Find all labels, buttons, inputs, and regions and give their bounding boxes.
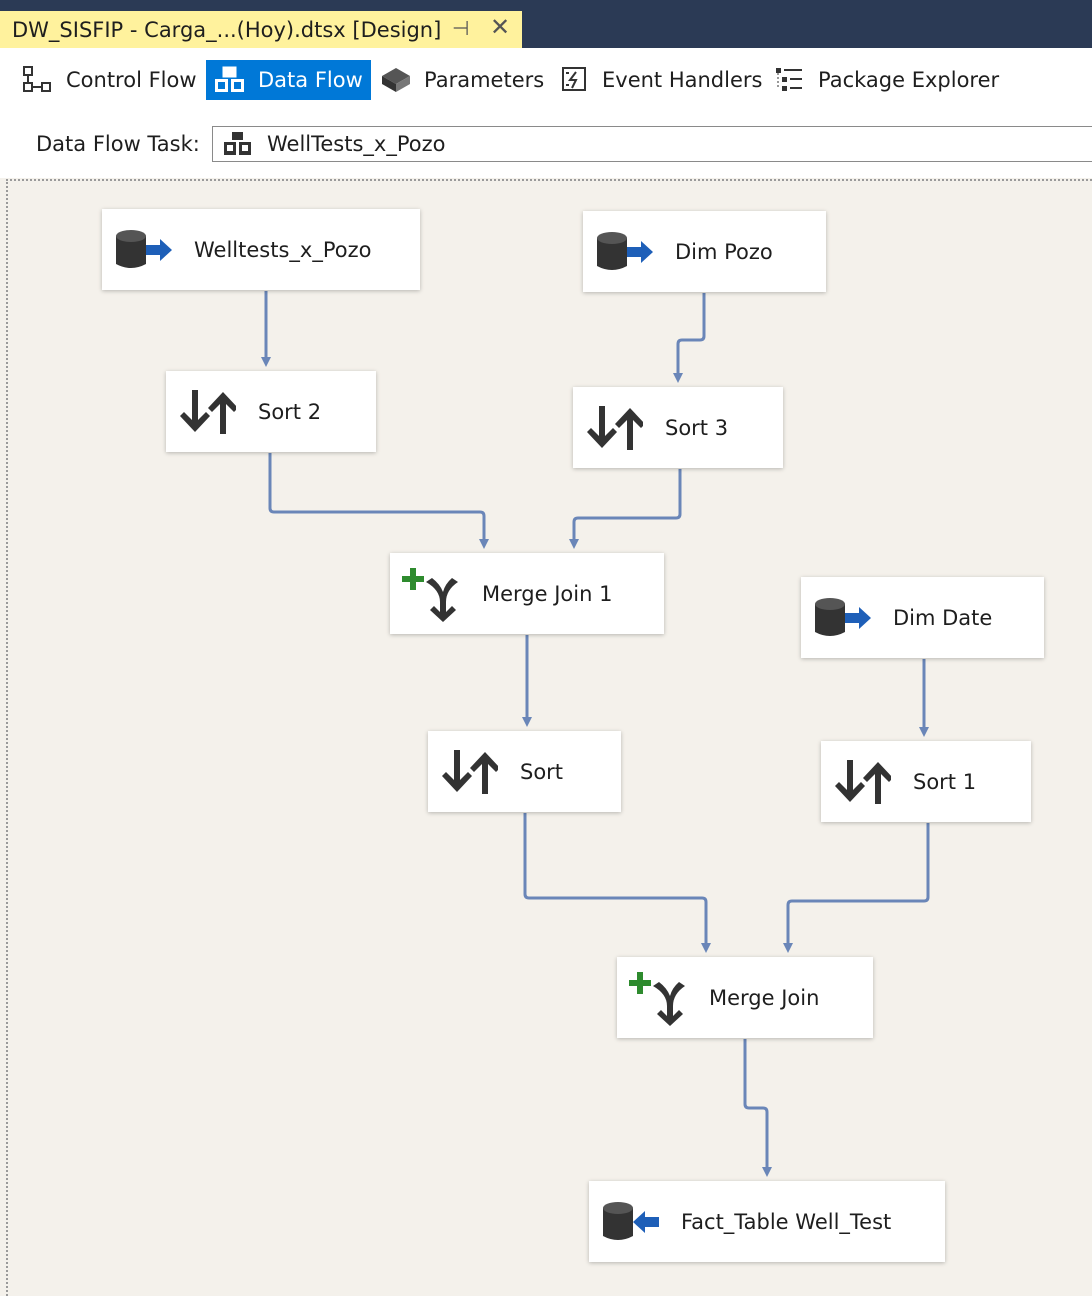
component-merge-join-1[interactable]: Merge Join 1: [390, 553, 664, 634]
ole-db-destination-icon: [603, 1201, 659, 1240]
component-sort-1[interactable]: Sort 1: [821, 741, 1031, 822]
component-label: Dim Pozo: [675, 239, 773, 264]
component-dim-pozo[interactable]: Dim Pozo: [583, 211, 826, 292]
component-label: Fact_Table Well_Test: [681, 1209, 892, 1234]
package-explorer-icon: [776, 68, 802, 91]
close-icon[interactable]: ✕: [490, 13, 510, 41]
component-merge-join[interactable]: Merge Join: [617, 957, 873, 1038]
sort-icon: [180, 389, 236, 434]
component-dim-date[interactable]: Dim Date: [801, 577, 1044, 658]
tab-data-flow[interactable]: Data Flow: [206, 60, 371, 100]
component-label: Merge Join 1: [482, 581, 613, 606]
data-flow-icon: [215, 66, 244, 92]
tab-package-explorer[interactable]: Package Explorer: [766, 60, 1007, 100]
component-label: Sort 3: [665, 415, 729, 440]
tab-parameters-label: Parameters: [424, 68, 545, 92]
component-label: Merge Join: [709, 985, 820, 1010]
component-welltests-x-pozo[interactable]: Welltests_x_Pozo: [102, 209, 420, 290]
task-selector-value: WellTests_x_Pozo: [267, 132, 446, 156]
component-sort-3[interactable]: Sort 3: [573, 387, 783, 468]
sort-icon: [587, 405, 643, 450]
data-flow-task-icon: [224, 132, 251, 155]
tab-control-flow[interactable]: Control Flow: [14, 60, 205, 100]
component-sort[interactable]: Sort: [428, 731, 621, 812]
sort-icon: [442, 749, 498, 794]
document-title: DW_SISFIP - Carga_...(Hoy).dtsx [Design]: [12, 17, 442, 42]
component-label: Welltests_x_Pozo: [194, 237, 372, 262]
task-selector-dropdown[interactable]: WellTests_x_Pozo: [212, 126, 1092, 162]
parameters-icon: [382, 68, 410, 92]
task-bar: Data Flow Task: WellTests_x_Pozo: [0, 114, 1092, 178]
designer-tabstrip: Control Flow Data Flow Parameters Event …: [0, 48, 1092, 114]
sort-icon: [835, 759, 891, 804]
component-label: Dim Date: [893, 605, 993, 630]
pin-icon[interactable]: ⊣: [452, 16, 469, 40]
component-fact-table-well-test[interactable]: Fact_Table Well_Test: [589, 1181, 945, 1262]
tab-parameters[interactable]: Parameters: [372, 60, 552, 100]
merge-join-icon: [402, 567, 458, 622]
tab-control-flow-label: Control Flow: [66, 68, 197, 92]
component-label: Sort 1: [913, 769, 977, 794]
tab-event-handlers[interactable]: Event Handlers: [552, 60, 770, 100]
merge-join-icon: [629, 971, 685, 1026]
tab-event-handlers-label: Event Handlers: [602, 68, 763, 92]
component-sort-2[interactable]: Sort 2: [166, 371, 376, 452]
component-label: Sort: [520, 759, 564, 784]
tab-data-flow-label: Data Flow: [258, 68, 363, 92]
ole-db-source-icon: [815, 597, 871, 636]
ole-db-source-icon: [116, 229, 172, 268]
control-flow-icon: [23, 66, 51, 92]
event-handlers-icon: [562, 67, 586, 91]
document-tab[interactable]: DW_SISFIP - Carga_...(Hoy).dtsx [Design]…: [0, 11, 522, 48]
ole-db-source-icon: [597, 231, 653, 270]
component-label: Sort 2: [258, 399, 322, 424]
tab-package-explorer-label: Package Explorer: [818, 68, 1000, 92]
task-selector-label: Data Flow Task:: [36, 132, 200, 156]
